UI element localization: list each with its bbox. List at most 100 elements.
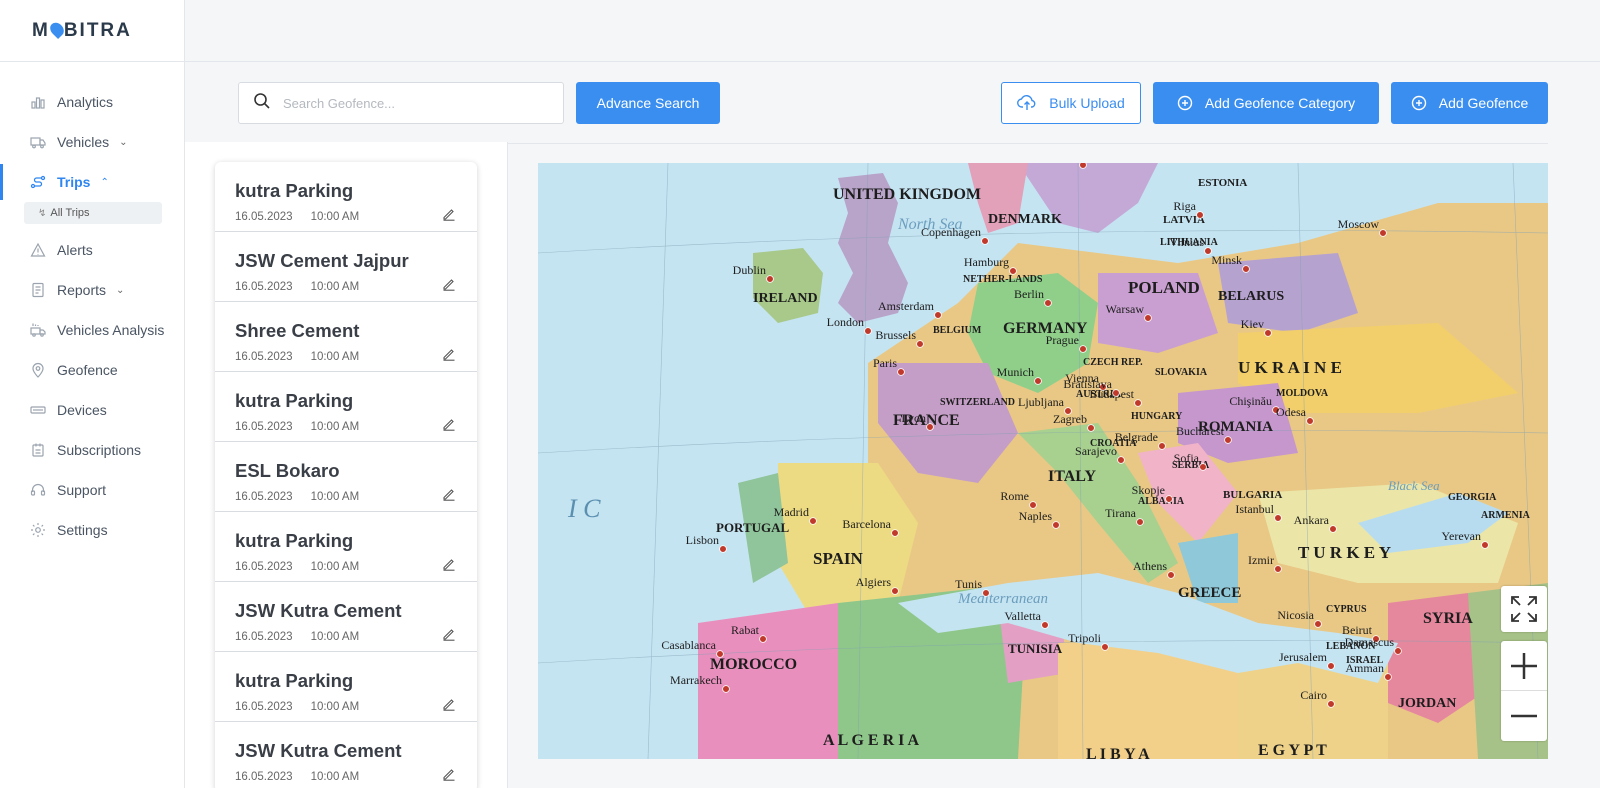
geofence-name: kutra Parking	[235, 390, 354, 411]
city-label-yerevan: Yerevan	[1442, 529, 1481, 543]
sidebar-item-devices[interactable]: Devices	[0, 390, 184, 430]
sidebar-item-label: Analytics	[57, 94, 114, 110]
geofence-time: 10:00 AM	[310, 491, 360, 503]
map-label-ireland: IRELAND	[753, 291, 818, 306]
sidebar-item-label: Settings	[57, 522, 108, 538]
city-label-rome: Rome	[1000, 489, 1029, 503]
city-label-belgrade: Belgrade	[1115, 430, 1158, 444]
geofence-card[interactable]: JSW Kutra Cement 16.05.2023 10:00 AM	[215, 722, 477, 788]
geofence-card[interactable]: kutra Parking 16.05.2023 10:00 AM	[215, 652, 477, 722]
geofence-meta: 16.05.2023 10:00 AM	[235, 211, 457, 223]
sidebar-item-trips[interactable]: Trips ⌃	[0, 162, 184, 202]
city-marker-kiev	[1264, 329, 1272, 337]
edit-icon[interactable]	[442, 627, 458, 643]
city-label-barcelona: Barcelona	[842, 517, 891, 531]
city-label-nicosia: Nicosia	[1277, 608, 1314, 622]
sidebar-item-vehicles-analysis[interactable]: Vehicles Analysis	[0, 310, 184, 350]
sidebar-item-vehicles[interactable]: Vehicles ⌄	[0, 122, 184, 162]
edit-icon[interactable]	[442, 557, 458, 573]
logo-text-right: BITRA	[63, 19, 132, 41]
edit-icon[interactable]	[442, 207, 458, 223]
search-icon	[253, 92, 271, 115]
map-label-moldova: MOLDOVA	[1276, 388, 1329, 399]
geofence-card[interactable]: JSW Kutra Cement 16.05.2023 10:00 AM	[215, 582, 477, 652]
sidebar-item-reports[interactable]: Reports ⌄	[0, 270, 184, 310]
geofence-card[interactable]: Shree Cement 16.05.2023 10:00 AM	[215, 302, 477, 372]
city-marker-ljubljana	[1064, 407, 1072, 415]
bulk-upload-button[interactable]: Bulk Upload	[1001, 82, 1141, 124]
sidebar-item-analytics[interactable]: Analytics	[0, 82, 184, 122]
city-marker-amsterdam	[934, 311, 942, 319]
map-label-ukraine: U K R A I N E	[1238, 358, 1342, 377]
map-canvas[interactable]: UNITED KINGDOM IRELAND DENMARK POLAND BE…	[538, 163, 1548, 759]
map-view[interactable]: UNITED KINGDOM IRELAND DENMARK POLAND BE…	[538, 163, 1548, 759]
sidebar-item-support[interactable]: Support	[0, 470, 184, 510]
geofence-list-panel: kutra Parking 16.05.2023 10:00 AM JSW Cemen…	[185, 142, 508, 788]
edit-icon[interactable]	[442, 347, 458, 363]
map-label-turkey: T U R K E Y	[1298, 543, 1391, 562]
geofence-card[interactable]: ESL Bokaro 16.05.2023 10:00 AM	[215, 442, 477, 512]
city-label-sofia: Sofia	[1174, 451, 1200, 465]
scrollbar[interactable]	[507, 242, 508, 468]
geofence-name: ESL Bokaro	[235, 460, 340, 481]
fullscreen-icon	[1511, 596, 1537, 622]
edit-icon[interactable]	[442, 277, 458, 293]
city-marker-dublin	[766, 275, 774, 283]
search-input[interactable]	[283, 95, 543, 111]
geofence-card[interactable]: kutra Parking 16.05.2023 10:00 AM	[215, 512, 477, 582]
city-marker-rome	[1029, 501, 1037, 509]
vehicle-analysis-icon	[29, 321, 47, 339]
map-label-belarus: BELARUS	[1218, 289, 1284, 304]
sidebar-nav: Analytics Vehicles ⌄ Trips ⌃ ↯ All Trips…	[0, 62, 184, 550]
city-marker-paris	[897, 368, 905, 376]
city-label-hamburg: Hamburg	[964, 255, 1009, 269]
edit-icon[interactable]	[442, 697, 458, 713]
headset-icon	[29, 481, 47, 499]
edit-icon[interactable]	[442, 487, 458, 503]
city-marker-damascus	[1394, 647, 1402, 655]
city-label-chisinau: Chişinău	[1229, 394, 1272, 408]
chevron-down-icon[interactable]: ⌄	[116, 285, 124, 296]
sidebar-subitem-all-trips[interactable]: ↯ All Trips	[24, 202, 162, 224]
sidebar-item-geofence[interactable]: Geofence	[0, 350, 184, 390]
sidebar-item-label: Vehicles	[57, 134, 110, 150]
edit-icon[interactable]	[442, 767, 458, 783]
geofence-date: 16.05.2023	[235, 771, 293, 783]
city-label-berlin: Berlin	[1014, 287, 1044, 301]
sidebar-item-label: Subscriptions	[57, 442, 142, 458]
sidebar-item-subscriptions[interactable]: Subscriptions	[0, 430, 184, 470]
plus-circle-icon	[1177, 95, 1193, 111]
advance-search-button[interactable]: Advance Search	[576, 82, 720, 124]
city-label-lisbon: Lisbon	[686, 533, 719, 547]
map-label-egypt: E G Y P T	[1258, 742, 1327, 759]
sidebar-item-alerts[interactable]: Alerts	[0, 230, 184, 270]
map-label-belgium: BELGIUM	[933, 325, 982, 336]
map-label-uk: UNITED KINGDOM	[833, 186, 981, 203]
cloud-upload-icon	[1017, 95, 1037, 111]
add-geofence-category-button[interactable]: Add Geofence Category	[1153, 82, 1379, 124]
city-marker-zagreb	[1087, 424, 1095, 432]
geofence-card[interactable]: JSW Cement Jajpur 16.05.2023 10:00 AM	[215, 232, 477, 302]
geofence-card[interactable]: kutra Parking 16.05.2023 10:00 AM	[215, 162, 477, 232]
geofence-time: 10:00 AM	[310, 771, 360, 783]
geofence-date: 16.05.2023	[235, 631, 293, 643]
chevron-down-icon[interactable]: ⌄	[119, 137, 127, 148]
city-marker-nicosia	[1314, 620, 1322, 628]
route-icon: ↯	[38, 207, 47, 219]
chevron-up-icon[interactable]: ⌃	[100, 177, 108, 188]
logo[interactable]: M BITRA	[32, 19, 132, 42]
geofence-meta: 16.05.2023 10:00 AM	[235, 631, 457, 643]
city-label-dublin: Dublin	[733, 263, 766, 277]
sidebar-item-label: Vehicles Analysis	[57, 322, 165, 338]
zoom-in-button[interactable]	[1501, 641, 1547, 691]
zoom-out-button[interactable]	[1501, 691, 1547, 741]
city-label-tirana: Tirana	[1105, 506, 1137, 520]
truck-icon	[29, 133, 47, 151]
geofence-time: 10:00 AM	[310, 281, 360, 293]
edit-icon[interactable]	[442, 417, 458, 433]
geofence-card[interactable]: kutra Parking 16.05.2023 10:00 AM	[215, 372, 477, 442]
city-label-marrakech: Marrakech	[670, 673, 722, 687]
fullscreen-button[interactable]	[1501, 586, 1547, 632]
sidebar-item-settings[interactable]: Settings	[0, 510, 184, 550]
add-geofence-button[interactable]: Add Geofence	[1391, 82, 1548, 124]
